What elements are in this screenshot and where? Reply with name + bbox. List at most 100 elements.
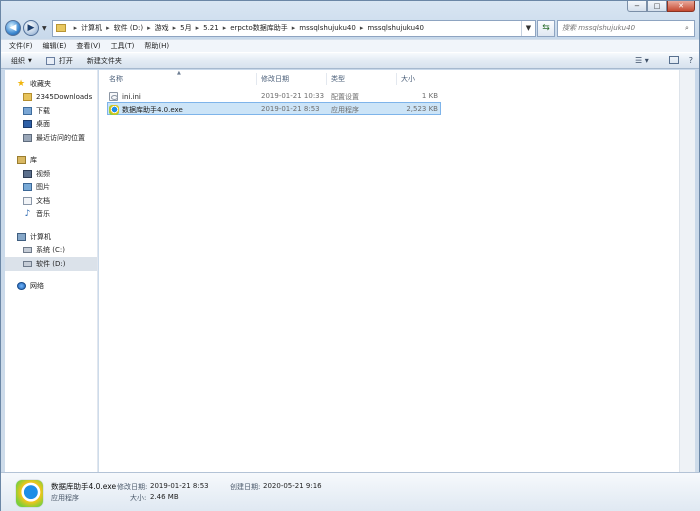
file-modified: 2019-01-21 8:53 xyxy=(261,105,320,113)
breadcrumb-5-21[interactable]: 5.21 xyxy=(203,24,219,32)
file-modified: 2019-01-21 10:33 xyxy=(261,92,325,100)
details-created-label: 创建日期: xyxy=(230,483,261,491)
breadcrumb-separator-icon[interactable]: ▸ xyxy=(106,24,110,32)
nav-favorites-label: 收藏夹 xyxy=(30,79,51,88)
breadcrumb-separator-icon[interactable]: ▸ xyxy=(196,24,200,32)
breadcrumb-separator-icon[interactable]: ▸ xyxy=(360,24,364,32)
column-header-modified[interactable]: 修改日期 xyxy=(257,73,327,85)
vertical-scrollbar[interactable] xyxy=(679,70,695,472)
exe-app-icon xyxy=(109,105,119,115)
search-icon[interactable]: ⌕ xyxy=(680,24,694,33)
computer-icon xyxy=(17,232,26,241)
star-icon: ★ xyxy=(17,78,26,89)
breadcrumb-separator-icon[interactable]: ▸ xyxy=(74,24,78,32)
dropdown-arrow-icon: ▼ xyxy=(28,57,32,64)
video-icon xyxy=(23,169,32,178)
nav-computer[interactable]: 计算机 xyxy=(5,230,97,244)
help-icon[interactable]: ? xyxy=(689,56,693,65)
explorer-window: − □ ✕ ◀ ▶ ▼ ▸ 计算机 ▸ 软件 (D:) ▸ 游戏 ▸ 5月 ▸ … xyxy=(0,0,700,511)
command-bar: 组织 ▼ 打开 新建文件夹 ☰ ▾ ? xyxy=(1,52,699,69)
nav-item-music[interactable]: ♪ 音乐 xyxy=(5,208,97,222)
forward-button[interactable]: ▶ xyxy=(23,20,39,36)
open-label: 打开 xyxy=(58,56,73,65)
navigation-pane: ★ 收藏夹 2345Downloads 下载 桌面 最近访问的位置 库 视频 图… xyxy=(5,70,98,472)
downloads-icon xyxy=(23,106,32,115)
file-type: 配置设置 xyxy=(331,93,359,101)
search-input[interactable] xyxy=(562,24,680,32)
breadcrumb-games[interactable]: 游戏 xyxy=(155,23,169,33)
folder-icon xyxy=(55,24,66,32)
breadcrumb-drive-d[interactable]: 软件 (D:) xyxy=(114,23,143,33)
nav-favorites[interactable]: ★ 收藏夹 xyxy=(5,77,97,91)
details-file-name: 数据库助手4.0.exe xyxy=(51,482,117,491)
organize-label: 组织 xyxy=(11,56,25,65)
music-note-icon: ♪ xyxy=(24,209,31,220)
network-group: 网络 xyxy=(5,280,97,294)
column-header-size[interactable]: 大小 xyxy=(397,73,443,85)
menu-tools[interactable]: 工具(T) xyxy=(111,41,135,51)
nav-computer-label: 计算机 xyxy=(30,232,51,241)
nav-item-drive-d[interactable]: 软件 (D:) xyxy=(5,257,97,271)
back-button[interactable]: ◀ xyxy=(5,20,21,36)
caption-buttons: − □ ✕ xyxy=(627,1,695,12)
nav-item-label: 桌面 xyxy=(36,120,50,129)
details-modified-value: 2019-01-21 8:53 xyxy=(150,482,209,490)
document-icon xyxy=(23,196,32,205)
menu-edit[interactable]: 编辑(E) xyxy=(43,41,67,51)
nav-item-downloads[interactable]: 下载 xyxy=(5,104,97,118)
exe-app-icon xyxy=(16,480,43,507)
file-row-selected[interactable]: 数据库助手4.0.exe 2019-01-21 8:53 应用程序 2,523 … xyxy=(107,102,441,115)
breadcrumb-may[interactable]: 5月 xyxy=(180,23,191,33)
drive-icon xyxy=(23,247,32,254)
column-header-label: 类型 xyxy=(331,75,345,83)
nav-item-videos[interactable]: 视频 xyxy=(5,167,97,181)
file-list-pane[interactable]: ▲ 名称 修改日期 类型 大小 ini.ini 2019-01-21 10:33… xyxy=(99,70,681,472)
nav-item-documents[interactable]: 文档 xyxy=(5,194,97,208)
nav-item-label: 音乐 xyxy=(36,210,50,219)
nav-item-desktop[interactable]: 桌面 xyxy=(5,118,97,132)
file-size: 2,523 KB xyxy=(406,105,438,113)
organize-button[interactable]: 组织 ▼ xyxy=(11,56,32,66)
menu-bar: 文件(F) 编辑(E) 查看(V) 工具(T) 帮助(H) xyxy=(1,39,699,52)
breadcrumb-separator-icon[interactable]: ▸ xyxy=(173,24,177,32)
nav-item-drive-c[interactable]: 系统 (C:) xyxy=(5,244,97,258)
folder-icon xyxy=(23,93,32,102)
nav-libraries[interactable]: 库 xyxy=(5,154,97,168)
recent-pages-dropdown[interactable]: ▼ xyxy=(42,25,47,32)
open-button[interactable]: 打开 xyxy=(45,56,73,66)
breadcrumb-separator-icon[interactable]: ▸ xyxy=(223,24,227,32)
breadcrumb-erpcto[interactable]: erpcto数据库助手 xyxy=(230,23,288,33)
preview-pane-icon[interactable] xyxy=(659,55,679,66)
column-headers: ▲ 名称 修改日期 类型 大小 xyxy=(99,70,449,86)
minimize-button[interactable]: − xyxy=(627,1,647,12)
column-header-name[interactable]: 名称 xyxy=(105,73,257,85)
details-size-value: 2.46 MB xyxy=(150,493,179,501)
column-header-label: 大小 xyxy=(401,75,415,83)
menu-help[interactable]: 帮助(H) xyxy=(144,41,169,51)
address-bar[interactable]: ▸ 计算机 ▸ 软件 (D:) ▸ 游戏 ▸ 5月 ▸ 5.21 ▸ erpct… xyxy=(51,19,536,37)
desktop-icon xyxy=(23,120,32,129)
close-button[interactable]: ✕ xyxy=(667,1,695,12)
breadcrumb-mssqlshujuku40[interactable]: mssqlshujuku40 xyxy=(299,24,356,32)
refresh-button[interactable]: ⇆ xyxy=(537,19,555,37)
breadcrumb-separator-icon[interactable]: ▸ xyxy=(292,24,296,32)
menu-view[interactable]: 查看(V) xyxy=(76,41,100,51)
details-size-label: 大小: xyxy=(130,494,147,502)
nav-item-2345downloads[interactable]: 2345Downloads xyxy=(5,91,97,105)
breadcrumb-mssqlshujuku40-current[interactable]: mssqlshujuku40 xyxy=(367,24,424,32)
nav-item-label: 系统 (C:) xyxy=(36,246,65,255)
breadcrumb-separator-icon[interactable]: ▸ xyxy=(147,24,151,32)
column-header-type[interactable]: 类型 xyxy=(327,73,397,85)
address-history-dropdown-icon[interactable]: ▼ xyxy=(521,20,535,36)
open-icon xyxy=(45,56,55,65)
nav-network[interactable]: 网络 xyxy=(5,280,97,294)
change-view-icon[interactable]: ☰ ▾ xyxy=(635,56,649,65)
menu-file[interactable]: 文件(F) xyxy=(9,41,33,51)
search-box[interactable]: ⌕ xyxy=(557,19,695,37)
breadcrumb-computer[interactable]: 计算机 xyxy=(81,23,102,33)
libraries-icon xyxy=(17,156,26,165)
nav-item-recent-places[interactable]: 最近访问的位置 xyxy=(5,131,97,145)
nav-item-pictures[interactable]: 图片 xyxy=(5,181,97,195)
new-folder-button[interactable]: 新建文件夹 xyxy=(87,56,122,66)
maximize-button[interactable]: □ xyxy=(647,1,667,12)
